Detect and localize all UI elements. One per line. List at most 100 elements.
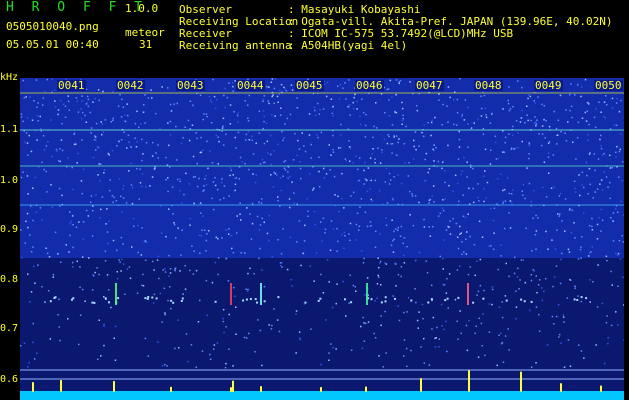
noise-speck: [283, 137, 285, 139]
noise-speck: [623, 339, 624, 341]
noise-speck: [374, 300, 376, 302]
noise-speck: [108, 220, 110, 223]
noise-speck: [528, 153, 530, 155]
noise-speck: [126, 147, 128, 149]
noise-speck: [233, 177, 236, 180]
noise-speck: [79, 286, 81, 289]
noise-speck: [405, 125, 407, 128]
noise-speck: [253, 273, 255, 275]
noise-speck: [60, 261, 62, 263]
noise-speck: [337, 85, 339, 87]
noise-speck: [586, 174, 588, 177]
noise-speck: [415, 301, 417, 304]
noise-speck: [91, 289, 94, 291]
noise-speck: [443, 284, 446, 286]
noise-speck: [379, 262, 381, 264]
noise-speck: [151, 176, 154, 178]
noise-speck: [375, 102, 377, 104]
noise-speck: [54, 106, 57, 108]
noise-speck: [444, 170, 446, 172]
noise-speck: [118, 178, 121, 180]
noise-speck: [165, 156, 167, 159]
noise-speck: [260, 198, 263, 200]
noise-speck: [456, 320, 458, 323]
noise-speck: [482, 313, 484, 315]
noise-speck: [72, 261, 74, 264]
noise-speck: [367, 167, 370, 169]
noise-speck: [448, 184, 450, 187]
noise-speck: [287, 166, 290, 168]
noise-speck: [170, 110, 173, 112]
noise-speck: [618, 110, 621, 113]
noise-speck: [237, 131, 240, 134]
noise-speck: [102, 90, 104, 93]
noise-speck: [588, 255, 590, 257]
noise-speck: [310, 328, 312, 330]
noise-speck: [372, 136, 374, 139]
noise-speck: [98, 319, 100, 321]
noise-speck: [266, 140, 269, 143]
noise-speck: [483, 175, 485, 178]
noise-speck: [272, 94, 274, 96]
noise-speck: [291, 181, 293, 183]
noise-speck: [290, 84, 293, 86]
noise-speck: [375, 127, 378, 129]
noise-speck: [237, 121, 239, 123]
noise-speck: [422, 317, 424, 320]
noise-speck: [567, 248, 570, 251]
noise-speck: [379, 260, 382, 263]
noise-speck: [457, 338, 459, 340]
noise-speck: [279, 177, 282, 179]
noise-speck: [441, 167, 443, 170]
noise-speck: [548, 125, 551, 128]
noise-speck: [230, 169, 232, 172]
noise-speck: [356, 212, 359, 214]
noise-speck: [614, 207, 617, 210]
noise-speck: [578, 344, 580, 346]
noise-speck: [431, 195, 433, 197]
noise-speck: [270, 81, 273, 83]
noise-speck: [60, 99, 62, 102]
noise-speck: [530, 119, 532, 122]
noise-speck: [100, 121, 102, 123]
noise-speck: [435, 147, 437, 149]
noise-speck: [268, 324, 270, 326]
noise-speck: [222, 125, 224, 127]
file-name: 0505010040.png: [6, 20, 99, 33]
noise-speck: [353, 107, 355, 110]
noise-speck: [600, 208, 602, 211]
noise-speck: [59, 148, 61, 150]
noise-speck: [81, 192, 83, 195]
noise-speck: [402, 114, 404, 117]
noise-speck: [95, 194, 97, 196]
noise-speck: [335, 302, 337, 305]
noise-speck: [82, 221, 85, 223]
noise-speck: [545, 196, 548, 198]
noise-speck: [215, 236, 217, 239]
noise-speck: [348, 233, 350, 235]
noise-speck: [257, 319, 259, 321]
noise-speck: [441, 124, 443, 126]
noise-speck: [555, 315, 558, 318]
noise-speck: [168, 254, 170, 257]
noise-speck: [576, 137, 579, 139]
noise-speck: [91, 235, 94, 237]
noise-speck: [172, 213, 174, 215]
noise-speck: [221, 127, 224, 129]
echo-dot: [170, 299, 173, 302]
noise-speck: [390, 244, 393, 247]
noise-speck: [192, 273, 195, 275]
noise-speck: [383, 138, 386, 140]
noise-speck: [552, 285, 554, 288]
echo-dot: [380, 301, 383, 304]
noise-speck: [267, 100, 269, 102]
noise-speck: [89, 111, 92, 114]
noise-speck: [447, 121, 449, 123]
noise-speck: [30, 205, 32, 207]
noise-speck: [343, 231, 346, 234]
noise-speck: [352, 284, 355, 287]
noise-speck: [591, 246, 594, 248]
noise-speck: [533, 122, 536, 124]
noise-speck: [289, 206, 291, 209]
noise-speck: [276, 319, 279, 321]
